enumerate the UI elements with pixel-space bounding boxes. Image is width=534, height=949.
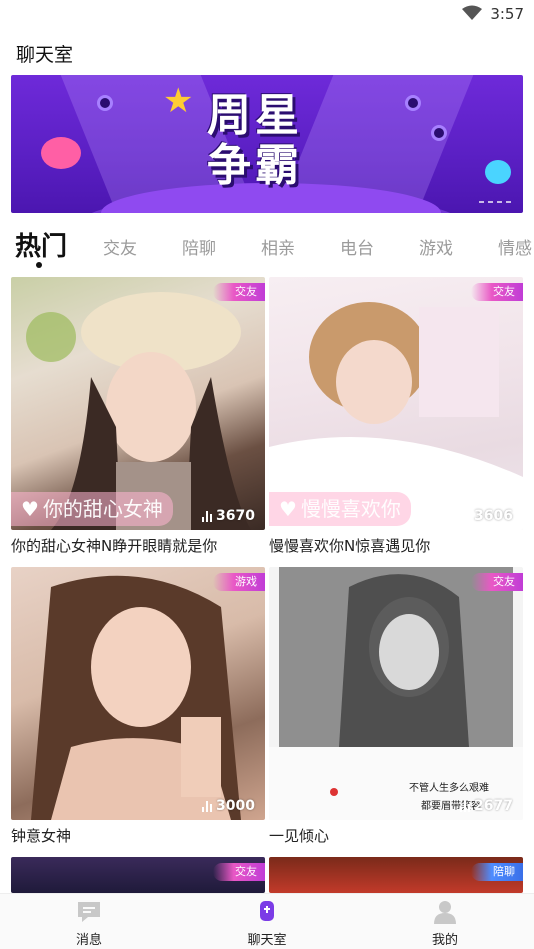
room-title: 你的甜心女神N睁开眼睛就是你 xyxy=(11,537,218,555)
decor-ball xyxy=(485,160,511,184)
banner-title: 周星 争霸 xyxy=(207,91,303,191)
room-view-value: 3606 xyxy=(474,508,513,524)
room-category-badge: 交友 xyxy=(213,283,265,301)
category-tabs: 热门 交友 陪聊 相亲 电台 游戏 情感 xyxy=(0,222,534,270)
status-time: 3:57 xyxy=(490,5,524,23)
views-icon xyxy=(202,800,213,812)
room-thumbnail: 陪聊 xyxy=(269,857,523,893)
room-view-value: 3000 xyxy=(216,798,255,814)
nav-chatroom-label: 聊天室 xyxy=(247,933,287,948)
views-icon xyxy=(460,800,471,812)
banner-title-line1: 周星 xyxy=(207,90,303,141)
nav-messages[interactable]: 消息 xyxy=(49,900,129,948)
tab-friends[interactable]: 交友 xyxy=(103,234,137,259)
room-view-count: 2677 xyxy=(460,798,513,814)
room-category-badge: 陪聊 xyxy=(471,863,523,881)
views-icon xyxy=(460,510,471,522)
room-title: 钟意女神 xyxy=(11,827,72,845)
room-thumbnail: ♥ 你的甜心女神 交友 3670 xyxy=(11,277,265,530)
room-thumbnail: 交友 xyxy=(11,857,265,893)
room-overlay-label: 你的甜心女神 xyxy=(42,497,163,521)
room-view-value: 2677 xyxy=(474,798,513,814)
room-view-count: 3606 xyxy=(460,508,513,524)
tab-games[interactable]: 游戏 xyxy=(419,234,453,259)
spotlight-lamp-icon xyxy=(97,95,113,111)
room-category-badge: 交友 xyxy=(471,573,523,591)
bottom-nav: 消息 聊天室 我的 xyxy=(0,893,534,949)
tab-chat-companion[interactable]: 陪聊 xyxy=(182,234,216,259)
tab-emotion[interactable]: 情感 xyxy=(498,234,532,259)
microphone-icon xyxy=(254,900,280,924)
user-icon xyxy=(432,900,458,924)
room-category-badge: 交友 xyxy=(471,283,523,301)
star-icon: ★ xyxy=(163,81,194,121)
tab-radio[interactable]: 电台 xyxy=(340,234,374,259)
message-icon xyxy=(76,900,102,924)
heart-icon: ♥ xyxy=(279,497,297,521)
room-title: 一见倾心 xyxy=(269,827,330,845)
heart-icon: ♥ xyxy=(21,497,39,521)
room-thumbnail: ♥ 慢慢喜欢你 交友 3606 xyxy=(269,277,523,530)
status-bar: 3:57 xyxy=(0,0,534,28)
room-view-count: 3670 xyxy=(202,508,255,524)
room-view-count: 3000 xyxy=(202,798,255,814)
banner-pager xyxy=(479,201,511,203)
views-icon xyxy=(202,510,213,522)
wifi-icon xyxy=(462,5,482,20)
spotlight-lamp-icon xyxy=(431,125,447,141)
nav-me-label: 我的 xyxy=(431,933,458,948)
spotlight-lamp-icon xyxy=(405,95,421,111)
nav-me[interactable]: 我的 xyxy=(405,900,485,948)
poster-text: 不管人生多么艰难 xyxy=(409,783,489,794)
decor-ball xyxy=(41,137,81,169)
nav-chatroom[interactable]: 聊天室 xyxy=(227,900,307,948)
tab-hot[interactable]: 热门 xyxy=(15,226,67,263)
room-thumbnail: 游戏 3000 xyxy=(11,567,265,820)
room-view-value: 3670 xyxy=(216,508,255,524)
tab-indicator xyxy=(36,262,42,268)
portrait-illustration xyxy=(31,575,241,820)
room-category-badge: 游戏 xyxy=(213,573,265,591)
tab-dating[interactable]: 相亲 xyxy=(261,234,295,259)
banner-title-line2: 争霸 xyxy=(207,140,303,191)
room-overlay-text: ♥ 你的甜心女神 xyxy=(11,492,173,526)
room-thumbnail: 不管人生多么艰难 都要眉带笑容 交友 2677 xyxy=(269,567,523,820)
room-category-badge: 交友 xyxy=(213,863,265,881)
room-overlay-label: 慢慢喜欢你 xyxy=(300,497,401,521)
room-title: 慢慢喜欢你N惊喜遇见你 xyxy=(269,537,431,555)
promo-banner[interactable]: ★ 周星 争霸 xyxy=(11,75,523,213)
nav-messages-label: 消息 xyxy=(75,933,102,948)
room-overlay-text: ♥ 慢慢喜欢你 xyxy=(269,492,411,526)
page-title: 聊天室 xyxy=(16,44,74,66)
